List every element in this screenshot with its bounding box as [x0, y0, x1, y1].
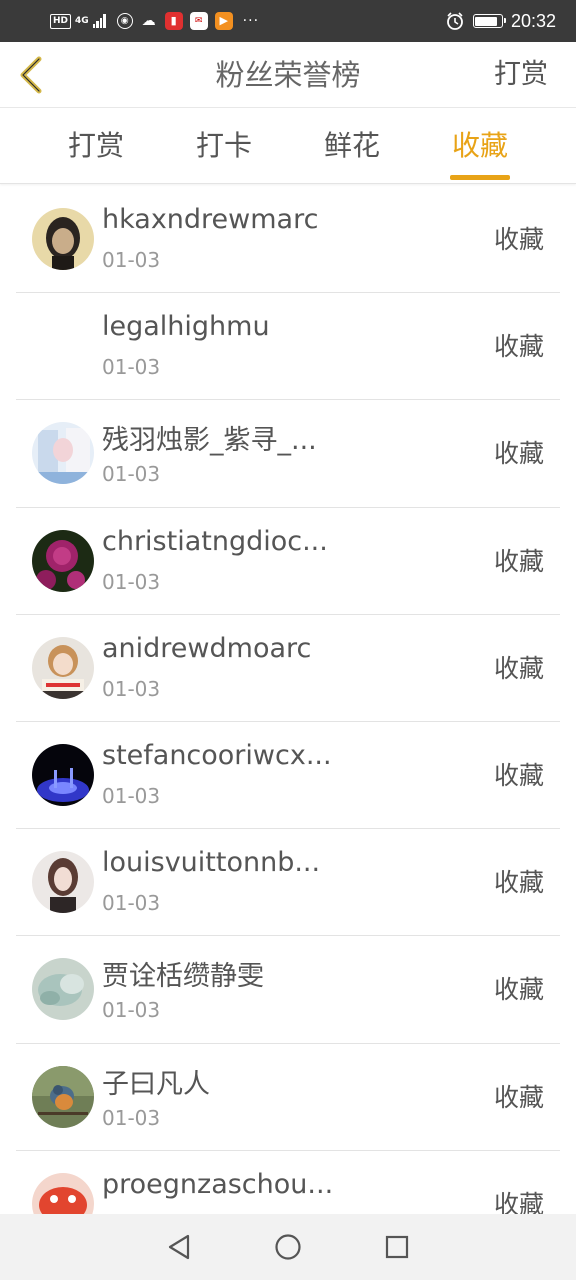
list-item[interactable]: 子曰凡人 01-03 收藏	[16, 1044, 560, 1151]
list-item[interactable]: legalhighmu 01-03 收藏	[16, 293, 560, 401]
page-title: 粉丝荣誉榜	[215, 58, 361, 92]
action-label: 收藏	[493, 975, 544, 1005]
tab-label: 打卡	[195, 129, 252, 162]
user-name: christiatngdioc...	[102, 525, 328, 557]
more-notifications-icon: ···	[242, 13, 260, 29]
avatar[interactable]	[32, 1172, 94, 1214]
avatar[interactable]	[32, 529, 94, 592]
list-item[interactable]: anidrewdmoarc 01-03 收藏	[16, 615, 560, 722]
avatar[interactable]	[32, 315, 94, 378]
tab-label: 鲜花	[323, 129, 380, 162]
action-label: 收藏	[493, 439, 544, 469]
reward-button[interactable]: 打赏	[494, 42, 548, 108]
user-name: proegnzaschou...	[102, 1168, 334, 1200]
user-name: louisvuittonnb...	[102, 847, 321, 879]
list-item[interactable]: 残羽烛影_紫寻_... 01-03 收藏	[16, 400, 560, 508]
user-name: 贾诠栝缵静雯	[102, 961, 264, 993]
avatar[interactable]	[32, 743, 94, 806]
battery-icon	[472, 14, 506, 28]
nav-back-button[interactable]	[159, 1227, 199, 1267]
user-name: 残羽烛影_紫寻_...	[102, 425, 317, 457]
avatar[interactable]	[32, 958, 94, 1021]
list-item[interactable]: louisvuittonnb... 01-03 收藏	[16, 829, 560, 937]
avatar[interactable]	[32, 851, 94, 914]
nav-recents-button[interactable]	[377, 1227, 417, 1267]
action-label: 收藏	[493, 332, 544, 362]
action-label: 收藏	[493, 1189, 544, 1214]
tab-checkin[interactable]: 打卡	[174, 108, 274, 184]
fan-list: hkaxndrewmarc 01-03 收藏 legalhighmu 01-03…	[16, 186, 560, 1214]
action-label: 收藏	[493, 1082, 544, 1112]
action-label: 收藏	[493, 225, 544, 254]
date: 01-03	[102, 355, 161, 380]
alarm-icon	[447, 12, 463, 30]
home-circle-icon	[275, 1234, 301, 1260]
tab-flowers[interactable]: 鲜花	[302, 108, 402, 184]
user-name: anidrewdmoarc	[102, 632, 312, 664]
date: 01-03	[102, 891, 161, 916]
date: 01-03	[102, 676, 161, 701]
tab-bar: 打赏 打卡 鲜花 收藏	[0, 108, 576, 184]
action-label: 收藏	[493, 760, 544, 790]
clock: 20:32	[510, 10, 556, 31]
avatar[interactable]	[32, 208, 94, 270]
status-right: 20:32	[445, 11, 556, 32]
action-label: 收藏	[493, 546, 544, 576]
huawei-video-icon: ◉	[116, 13, 133, 29]
battery-fill	[475, 16, 497, 26]
signal-icon	[92, 14, 106, 28]
avatar[interactable]	[32, 1065, 94, 1128]
list-item[interactable]: proegnzaschou... 收藏	[16, 1151, 560, 1214]
date: 01-03	[102, 569, 161, 594]
date: 01-03	[102, 783, 161, 808]
list-item[interactable]: stefancooriwcx... 01-03 收藏	[16, 722, 560, 830]
date: 01-03	[102, 998, 161, 1023]
status-bar: HD 4G ◉ ☁ ▮ ✉ ▶ ··· 20:32	[0, 0, 576, 42]
action-label: 收藏	[493, 868, 544, 898]
user-name: 子曰凡人	[102, 1068, 210, 1100]
user-name: legalhighmu	[102, 311, 270, 343]
reader-icon: ▮	[164, 12, 183, 30]
list-item[interactable]: hkaxndrewmarc 01-03 收藏	[16, 186, 560, 294]
action-label: 收藏	[493, 653, 544, 683]
status-left: HD 4G ◉ ☁ ▮ ✉ ▶ ···	[50, 12, 259, 30]
date: 01-03	[102, 462, 161, 487]
tab-favorites[interactable]: 收藏	[430, 108, 530, 184]
huawei-mail-icon: ✉	[189, 12, 208, 30]
back-triangle-icon	[169, 1234, 190, 1260]
active-tab-indicator	[450, 175, 510, 180]
avatar[interactable]	[32, 422, 94, 485]
tab-reward[interactable]: 打赏	[46, 108, 146, 184]
recents-square-icon	[385, 1235, 408, 1259]
tab-label: 打赏	[67, 129, 124, 162]
date: 01-03	[102, 248, 161, 272]
tab-label: 收藏	[451, 129, 508, 162]
weather-icon: ☁	[141, 13, 156, 29]
user-name: hkaxndrewmarc	[102, 204, 319, 235]
hd-badge: HD	[50, 13, 72, 29]
list-item[interactable]: christiatngdioc... 01-03 收藏	[16, 508, 560, 615]
nav-home-button[interactable]	[268, 1227, 308, 1267]
avatar[interactable]	[32, 636, 94, 699]
list-item[interactable]: 贾诠栝缵静雯 01-03 收藏	[16, 936, 560, 1044]
date: 01-03	[102, 1105, 161, 1130]
system-nav-bar	[0, 1214, 576, 1280]
user-name: stefancooriwcx...	[102, 739, 332, 771]
network-type: 4G	[75, 15, 89, 26]
app-header: 粉丝荣誉榜 打赏	[0, 42, 576, 108]
video-play-icon: ▶	[214, 12, 233, 30]
